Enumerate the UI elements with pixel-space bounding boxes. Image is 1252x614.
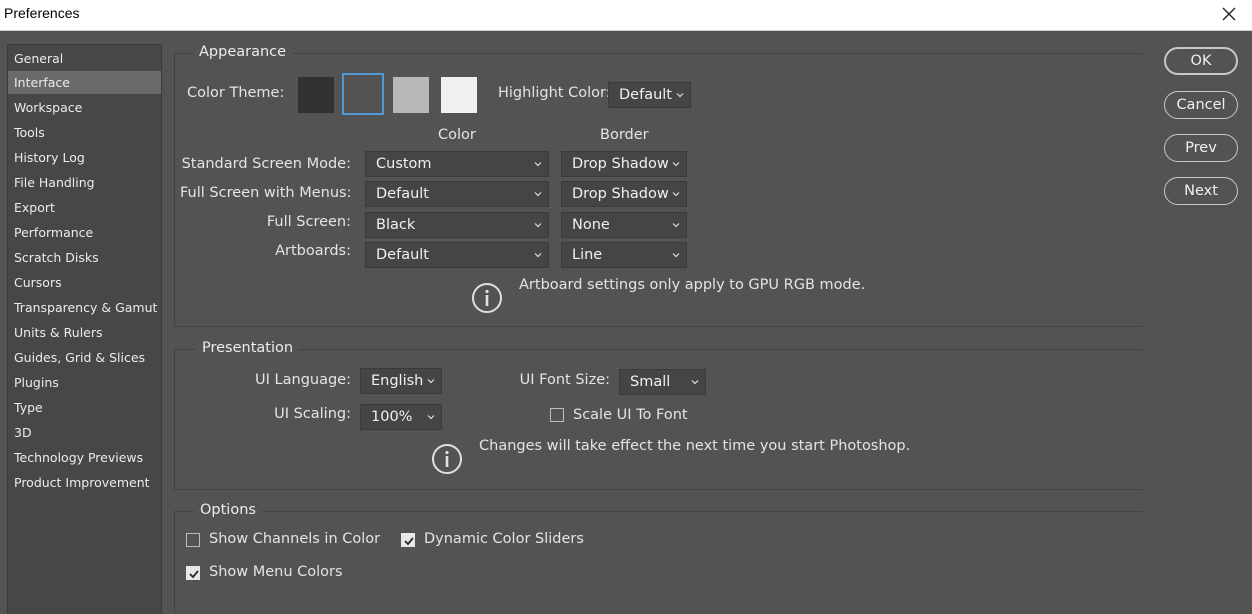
sidebar-item-workspace[interactable]: Workspace xyxy=(8,96,161,119)
full-screen-color-value: Black xyxy=(376,217,416,233)
chevron-down-icon xyxy=(672,223,680,228)
row-label-standard-screen: Standard Screen Mode: xyxy=(181,156,351,172)
sidebar-item-guides-grid-slices[interactable]: Guides, Grid & Slices xyxy=(8,346,161,369)
highlight-color-label: Highlight Color: xyxy=(498,85,611,101)
ui-font-size-value: Small xyxy=(630,374,671,390)
ui-scaling-dropdown[interactable]: 100% xyxy=(360,404,442,430)
sidebar-item-scratch-disks[interactable]: Scratch Disks xyxy=(8,246,161,269)
sidebar-item-general[interactable]: General xyxy=(8,47,161,70)
standard-screen-color-dropdown[interactable]: Custom xyxy=(365,151,549,177)
dynamic-color-sliders-checkbox[interactable] xyxy=(401,533,415,547)
sidebar-item-transparency-gamut[interactable]: Transparency & Gamut xyxy=(8,296,161,319)
chevron-down-icon xyxy=(534,253,542,258)
next-button[interactable]: Next xyxy=(1164,177,1238,205)
preferences-sidebar: General Interface Workspace Tools Histor… xyxy=(7,44,162,614)
ok-button[interactable]: OK xyxy=(1164,47,1238,75)
sidebar-item-export[interactable]: Export xyxy=(8,196,161,219)
sidebar-item-type[interactable]: Type xyxy=(8,396,161,419)
full-screen-menus-border-value: Drop Shadow xyxy=(572,186,669,202)
dynamic-color-sliders-label[interactable]: Dynamic Color Sliders xyxy=(424,531,584,547)
chevron-down-icon xyxy=(534,162,542,167)
sidebar-item-file-handling[interactable]: File Handling xyxy=(8,171,161,194)
highlight-color-dropdown[interactable]: Default xyxy=(608,82,691,108)
color-theme-label: Color Theme: xyxy=(187,85,285,101)
theme-swatch-darkest[interactable] xyxy=(298,77,334,113)
appearance-title: Appearance xyxy=(193,44,293,60)
show-menu-colors-checkbox[interactable] xyxy=(186,566,200,580)
show-channels-in-color-checkbox[interactable] xyxy=(186,533,200,547)
highlight-color-value: Default xyxy=(619,87,672,103)
full-screen-border-value: None xyxy=(572,217,610,233)
chevron-down-icon xyxy=(691,380,699,385)
full-screen-menus-border-dropdown[interactable]: Drop Shadow xyxy=(561,181,687,207)
ui-language-value: English xyxy=(371,373,424,389)
ui-language-label: UI Language: xyxy=(255,372,351,388)
artboards-color-dropdown[interactable]: Default xyxy=(365,242,549,268)
theme-swatch-lightest[interactable] xyxy=(441,77,477,113)
cancel-button[interactable]: Cancel xyxy=(1164,91,1238,119)
chevron-down-icon xyxy=(672,192,680,197)
artboards-border-value: Line xyxy=(572,247,603,263)
row-label-full-screen: Full Screen: xyxy=(266,214,351,230)
chevron-down-icon xyxy=(427,415,435,420)
ui-scaling-label: UI Scaling: xyxy=(274,406,351,422)
checkmark-icon xyxy=(189,570,199,579)
info-icon xyxy=(472,283,502,313)
artboards-color-value: Default xyxy=(376,247,429,263)
show-channels-in-color-label[interactable]: Show Channels in Color xyxy=(209,531,380,547)
color-column-header: Color xyxy=(438,127,476,143)
row-label-artboards: Artboards: xyxy=(275,243,351,259)
full-screen-menus-color-dropdown[interactable]: Default xyxy=(365,181,549,207)
scale-ui-to-font-label[interactable]: Scale UI To Font xyxy=(573,407,688,423)
show-menu-colors-label[interactable]: Show Menu Colors xyxy=(209,564,343,580)
chevron-down-icon xyxy=(672,253,680,258)
info-icon xyxy=(432,444,462,474)
standard-screen-border-dropdown[interactable]: Drop Shadow xyxy=(561,151,687,177)
chevron-down-icon xyxy=(672,162,680,167)
sidebar-item-3d[interactable]: 3D xyxy=(8,421,161,444)
sidebar-item-interface[interactable]: Interface xyxy=(8,71,161,94)
ui-font-size-dropdown[interactable]: Small xyxy=(619,369,706,395)
standard-screen-border-value: Drop Shadow xyxy=(572,156,669,172)
close-icon[interactable] xyxy=(1218,3,1240,25)
checkmark-icon xyxy=(404,537,414,546)
sidebar-item-units-rulers[interactable]: Units & Rulers xyxy=(8,321,161,344)
chevron-down-icon xyxy=(427,379,435,384)
chevron-down-icon xyxy=(534,192,542,197)
prev-button[interactable]: Prev xyxy=(1164,134,1238,162)
row-label-full-screen-menus: Full Screen with Menus: xyxy=(180,185,352,201)
ui-font-size-label: UI Font Size: xyxy=(519,372,610,388)
options-title: Options xyxy=(194,502,262,518)
chevron-down-icon xyxy=(676,93,684,98)
sidebar-item-history-log[interactable]: History Log xyxy=(8,146,161,169)
theme-swatch-light[interactable] xyxy=(393,77,429,113)
presentation-note: Changes will take effect the next time y… xyxy=(479,438,911,454)
sidebar-item-tools[interactable]: Tools xyxy=(8,121,161,144)
sidebar-item-product-improvement[interactable]: Product Improvement xyxy=(8,471,161,494)
full-screen-menus-color-value: Default xyxy=(376,186,429,202)
standard-screen-color-value: Custom xyxy=(376,156,432,172)
full-screen-color-dropdown[interactable]: Black xyxy=(365,212,549,238)
chevron-down-icon xyxy=(534,223,542,228)
window-title: Preferences xyxy=(4,5,80,21)
artboard-note: Artboard settings only apply to GPU RGB … xyxy=(519,277,866,293)
sidebar-item-cursors[interactable]: Cursors xyxy=(8,271,161,294)
title-bar: Preferences xyxy=(0,0,1252,31)
ui-scaling-value: 100% xyxy=(371,409,413,425)
options-group xyxy=(174,511,1143,614)
full-screen-border-dropdown[interactable]: None xyxy=(561,212,687,238)
theme-swatch-dark[interactable] xyxy=(342,73,384,115)
border-column-header: Border xyxy=(600,127,649,143)
presentation-title: Presentation xyxy=(196,340,300,356)
sidebar-item-plugins[interactable]: Plugins xyxy=(8,371,161,394)
ui-language-dropdown[interactable]: English xyxy=(360,368,442,394)
artboards-border-dropdown[interactable]: Line xyxy=(561,242,687,268)
sidebar-item-technology-previews[interactable]: Technology Previews xyxy=(8,446,161,469)
scale-ui-to-font-checkbox[interactable] xyxy=(550,408,564,422)
sidebar-item-performance[interactable]: Performance xyxy=(8,221,161,244)
